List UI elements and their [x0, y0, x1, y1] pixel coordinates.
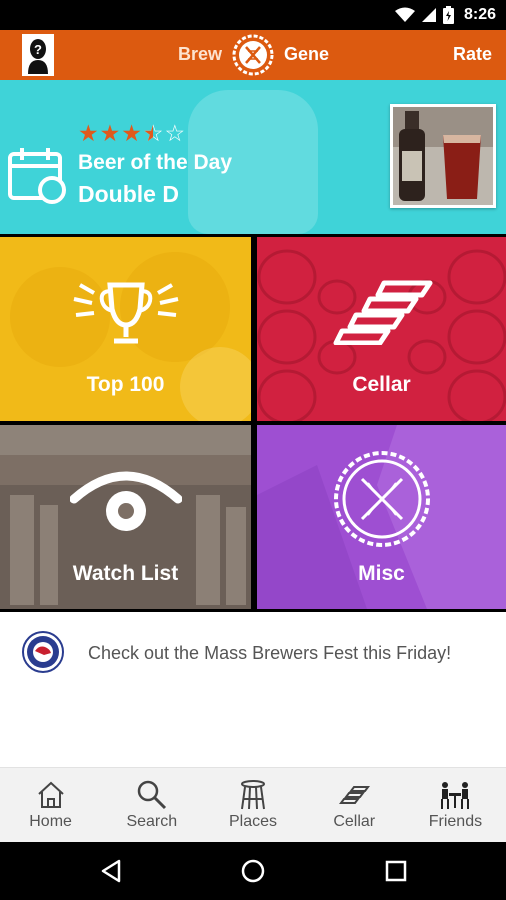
trophy-icon: [73, 282, 178, 344]
tile-label-watch-list: Watch List: [72, 562, 179, 585]
nav-label-cellar: Cellar: [333, 813, 376, 830]
mass-brewers-guild-logo: [22, 631, 64, 673]
star-full-icon: ★: [99, 120, 121, 146]
beer-of-the-day-label: Beer of the Day: [78, 151, 233, 174]
home-icon: [37, 781, 64, 808]
dna-badge-icon: [333, 451, 430, 547]
nav-label-home: Home: [29, 813, 72, 830]
star-half-icon: ☆: [143, 122, 164, 146]
cellar-stairs-icon: [333, 280, 432, 345]
tile-label-misc: Misc: [358, 562, 405, 585]
star-full-icon: ★: [78, 120, 99, 146]
search-icon: [137, 780, 166, 810]
signal-icon: [421, 8, 436, 22]
beer-thumbnail[interactable]: [390, 104, 496, 208]
nav-cellar[interactable]: Cellar: [304, 768, 405, 842]
home-circle-icon[interactable]: [240, 858, 266, 884]
star-empty-icon: ☆: [164, 120, 186, 146]
profile-avatar[interactable]: ?: [22, 34, 54, 76]
nav-home[interactable]: Home: [0, 768, 101, 842]
news-text: Check out the Mass Brewers Fest this Fri…: [88, 643, 452, 663]
recents-icon[interactable]: [385, 860, 407, 882]
brand-right: Gene: [284, 44, 330, 64]
status-bar: 8:26: [0, 0, 506, 30]
battery-icon: [442, 6, 454, 24]
nav-search[interactable]: Search: [101, 768, 202, 842]
news-item[interactable]: Check out the Mass Brewers Fest this Fri…: [0, 612, 506, 767]
tile-misc[interactable]: Misc: [257, 425, 506, 609]
nav-label-places: Places: [228, 813, 278, 830]
wifi-icon: [394, 7, 415, 22]
nav-friends[interactable]: Friends: [405, 768, 506, 842]
status-time: 8:26: [463, 6, 496, 23]
star-full-icon: ★: [121, 120, 142, 146]
bottom-nav: Home Search Places Cellar Friends: [0, 767, 506, 842]
calendar-icon: [8, 148, 66, 204]
tile-label-cellar: Cellar: [352, 373, 411, 396]
beer-of-the-day-name[interactable]: Double D: [78, 181, 179, 208]
beer-photo-icon: [393, 107, 493, 205]
svg-text:?: ?: [34, 42, 42, 57]
status-icons: 8:26: [394, 5, 496, 25]
friends-icon: [441, 782, 470, 809]
back-icon[interactable]: [99, 859, 123, 883]
brewgene-logo-icon: [232, 34, 274, 76]
cellar-icon: [339, 786, 371, 804]
system-nav-bar: [0, 842, 506, 900]
app-header: ? Brew Gene Rate: [0, 30, 506, 80]
nav-label-search: Search: [126, 813, 178, 830]
unknown-user-icon: ?: [24, 36, 52, 74]
brand-left: Brew: [178, 44, 223, 64]
eye-icon: [69, 471, 182, 531]
tile-cellar[interactable]: Cellar: [257, 237, 506, 421]
rating-stars: ★ ★ ★ ☆ ☆: [78, 120, 186, 146]
tile-top-100[interactable]: Top 100: [0, 237, 251, 421]
rate-button[interactable]: Rate: [453, 44, 492, 65]
nav-places[interactable]: Places: [202, 768, 303, 842]
tile-watch-list[interactable]: Watch List: [0, 425, 251, 609]
stool-icon: [241, 780, 265, 810]
nav-label-friends: Friends: [428, 813, 483, 830]
tile-label-top-100: Top 100: [86, 373, 165, 396]
